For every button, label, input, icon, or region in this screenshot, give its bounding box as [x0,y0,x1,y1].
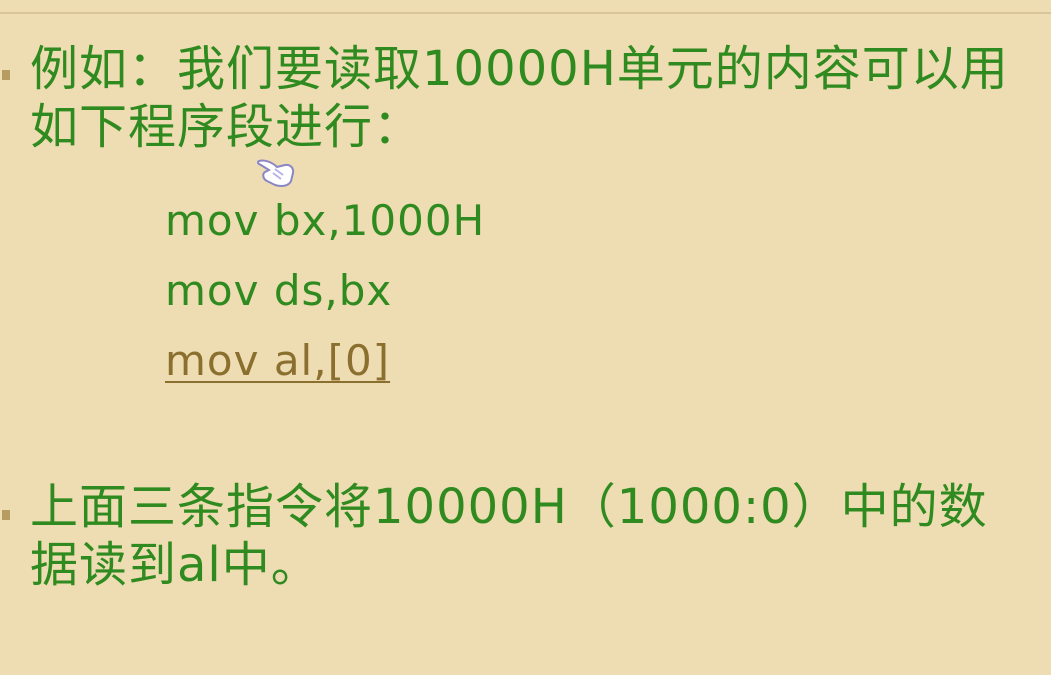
code-line-2: mov ds,bx [165,266,393,315]
code-line-3-highlighted: mov al,[0] [165,336,391,385]
hand-pointer-icon [256,159,295,187]
code-block: mov bx,1000H mov ds,bx mov al,[0] [165,186,485,396]
bullet-marker-2 [2,510,10,520]
top-divider [0,12,1051,14]
code-line-1: mov bx,1000H [165,196,486,245]
paragraph-intro: 例如：我们要读取10000H单元的内容可以用如下程序段进行： [30,41,1009,155]
bullet-marker-1 [2,70,10,80]
paragraph-summary: 上面三条指令将10000H（1000:0）中的数据读到al中。 [30,479,988,593]
